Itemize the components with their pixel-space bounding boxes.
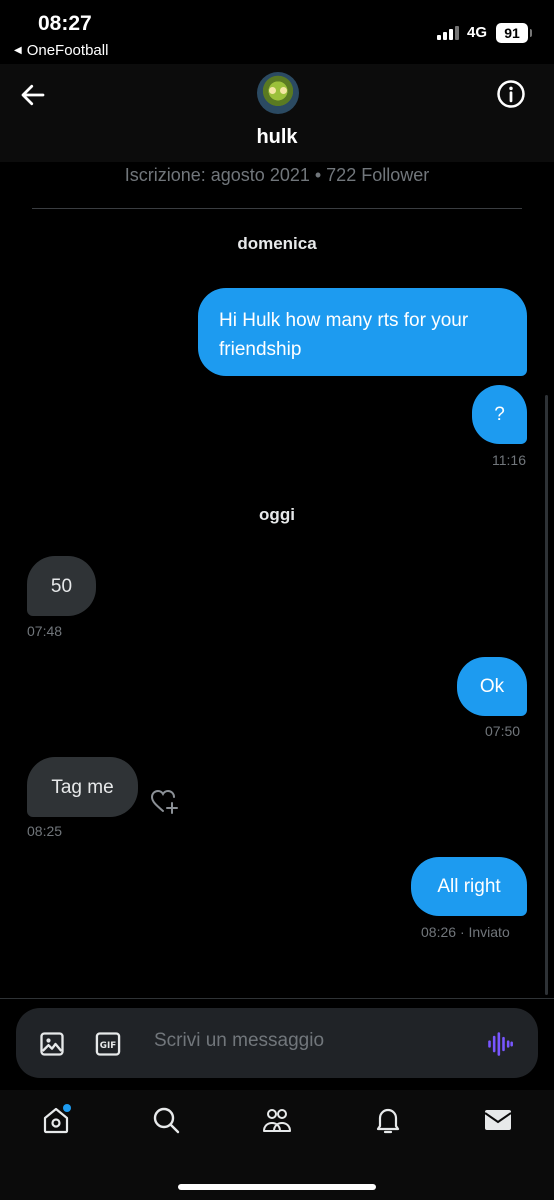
home-icon[interactable] xyxy=(40,1104,72,1136)
network-type: 4G xyxy=(467,24,488,41)
message-timestamp: 11:16 xyxy=(492,452,526,468)
back-triangle-icon: ◀ xyxy=(14,45,22,56)
message-text: friendship xyxy=(219,339,302,360)
message-timestamp: 08:25 xyxy=(27,823,63,839)
message-timestamp: 08:26 · Inviato xyxy=(421,924,510,940)
messages-icon[interactable] xyxy=(482,1104,514,1136)
message-text: 50 xyxy=(50,575,73,597)
avatar[interactable] xyxy=(257,72,299,114)
message-bubble-sent[interactable]: Hi Hulk how many rts for your friendship xyxy=(198,288,527,376)
message-bubble-received[interactable]: 50 xyxy=(27,556,96,616)
day-separator: domenica xyxy=(237,234,317,253)
message-bubble-sent[interactable]: All right xyxy=(411,857,527,916)
image-icon[interactable] xyxy=(38,1030,66,1058)
info-icon[interactable] xyxy=(496,79,526,109)
back-to-app-link[interactable]: ◀ OneFootball xyxy=(14,42,108,59)
message-timestamp: 07:50 xyxy=(485,723,521,739)
back-app-label: OneFootball xyxy=(26,42,109,59)
message-text: ? xyxy=(494,404,505,425)
arrow-left-icon[interactable] xyxy=(18,80,48,110)
message-text: Tag me xyxy=(51,776,114,798)
notifications-icon[interactable] xyxy=(372,1104,404,1136)
message-time: 08:26 xyxy=(421,924,457,940)
battery-icon: 91 xyxy=(496,23,532,43)
signal-icon xyxy=(437,26,459,40)
gif-icon[interactable]: GIF xyxy=(94,1030,122,1058)
message-timestamp: 07:48 xyxy=(27,623,63,639)
message-text: All right xyxy=(437,876,501,897)
divider xyxy=(32,208,522,209)
message-text: Hi Hulk how many rts for your xyxy=(219,310,469,331)
home-indicator[interactable] xyxy=(178,1184,376,1190)
status-time: 08:27 xyxy=(38,12,92,35)
svg-text:GIF: GIF xyxy=(100,1041,116,1051)
message-status: · Inviato xyxy=(459,924,510,940)
scrollbar[interactable] xyxy=(545,395,548,995)
search-icon[interactable] xyxy=(150,1104,182,1136)
communities-icon[interactable] xyxy=(261,1104,293,1136)
voice-wave-icon[interactable] xyxy=(486,1030,514,1058)
message-bubble-sent[interactable]: ? xyxy=(472,385,527,444)
conversation-header: hulk xyxy=(0,64,554,162)
conversation-username[interactable]: hulk xyxy=(0,126,554,149)
heart-plus-icon[interactable] xyxy=(150,788,180,816)
day-separator: oggi xyxy=(259,505,295,524)
divider xyxy=(0,998,554,999)
message-bubble-received[interactable]: Tag me xyxy=(27,757,138,817)
message-text: Ok xyxy=(479,676,505,697)
status-bar: 08:27 ◀ OneFootball 4G 91 xyxy=(0,0,554,64)
message-bubble-sent[interactable]: Ok xyxy=(457,657,527,716)
profile-subtitle: Iscrizione: agosto 2021 • 722 Follower xyxy=(124,165,430,185)
message-input[interactable]: Scrivi un messaggio xyxy=(154,1030,324,1052)
message-composer[interactable]: GIF Scrivi un messaggio xyxy=(16,1008,538,1078)
